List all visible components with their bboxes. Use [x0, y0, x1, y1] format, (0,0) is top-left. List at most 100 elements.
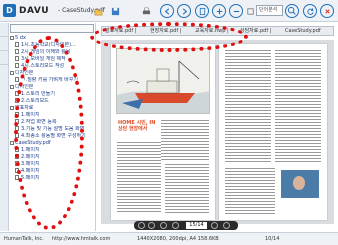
- tree-item[interactable]: 발표자료: [10, 105, 95, 112]
- text-line: [225, 95, 271, 96]
- text-line: [161, 159, 209, 160]
- zoom-out-button[interactable]: [229, 4, 243, 18]
- text-line: [117, 184, 161, 185]
- text-line: [225, 62, 271, 63]
- text-line: [165, 209, 209, 210]
- tree-item[interactable]: 디자인본: [10, 84, 95, 91]
- print-button[interactable]: [139, 4, 153, 18]
- document-area: 발표자료.pdf | 현장자료.pdf | 교육자료.hwp | 상담자료.pdf |…: [97, 23, 338, 231]
- text-line: [225, 107, 271, 108]
- text-line: [225, 161, 271, 162]
- text-line: [165, 179, 209, 180]
- text-line: [225, 152, 271, 153]
- prev-view-button[interactable]: [160, 4, 174, 18]
- tree-item[interactable]: 1.페이지: [10, 112, 95, 119]
- file-icon: [15, 126, 19, 131]
- document-tab[interactable]: 교육자료.hwp |: [195, 28, 229, 35]
- text-line: [225, 168, 275, 169]
- text-line: [275, 125, 321, 126]
- fit-button[interactable]: [243, 4, 257, 18]
- refresh-button[interactable]: [303, 4, 317, 18]
- tree-item[interactable]: 1시.초등학교(디자인본)...: [10, 42, 95, 49]
- tree-item[interactable]: 2시.게임의 이해와 활용: [10, 49, 95, 56]
- sidebar-tab-bookmarks[interactable]: [0, 25, 8, 37]
- text-line: [275, 155, 321, 156]
- expand-icon[interactable]: [10, 35, 14, 40]
- tree-item[interactable]: 4시.스토리보드 작성: [10, 63, 95, 70]
- document-tab[interactable]: CaseStudy.pdf: [285, 28, 321, 35]
- document-tab[interactable]: 발표자료.pdf |: [105, 28, 136, 35]
- text-line: [117, 163, 161, 164]
- first-page-button[interactable]: [160, 222, 167, 229]
- expand-icon[interactable]: [10, 105, 14, 110]
- search-button[interactable]: [285, 4, 299, 18]
- tree-item-label: 2.작업 화면 등록: [21, 119, 57, 125]
- next-page-button[interactable]: [211, 222, 218, 229]
- text-line: [117, 199, 161, 200]
- file-icon: [15, 91, 19, 96]
- document-tab[interactable]: 상담자료.pdf |: [240, 28, 271, 35]
- file-icon: [15, 98, 19, 103]
- last-page-button[interactable]: [223, 222, 230, 229]
- text-line: [275, 140, 321, 141]
- text-line: [225, 137, 271, 138]
- sidebar-tab-search[interactable]: [0, 53, 8, 65]
- text-line: [161, 135, 209, 136]
- status-bar: HumanTalk, Inc. http://www.hmtalk.com 14…: [0, 232, 338, 245]
- text-line: [225, 125, 271, 126]
- sidebar-header: [10, 24, 94, 33]
- save-button[interactable]: [108, 4, 122, 18]
- text-line: [225, 83, 271, 84]
- tree-item[interactable]: 3.페이지: [10, 161, 95, 168]
- tree-item[interactable]: 디자인본: [10, 70, 95, 77]
- text-line: [225, 143, 271, 144]
- zoom-in-nav-button[interactable]: [148, 222, 155, 229]
- tree-item[interactable]: 4.페이지: [10, 168, 95, 175]
- tree-item[interactable]: 4.최종소 활동별 화면 구성하기: [10, 133, 95, 140]
- expand-icon[interactable]: [10, 70, 14, 75]
- title-bar: D DAVU - CaseStudy.pdf 단어분석: [0, 0, 338, 22]
- close-icon: [324, 8, 330, 14]
- tree-item[interactable]: 2.스토리보드: [10, 98, 95, 105]
- tree-item[interactable]: CaseStudy.pdf: [10, 140, 95, 147]
- tree-item[interactable]: 3시.모바일 게임 제작: [10, 56, 95, 63]
- close-button[interactable]: [320, 4, 334, 18]
- search-input[interactable]: 단어분석: [256, 5, 283, 16]
- text-line: [275, 113, 321, 114]
- text-line: [225, 183, 275, 184]
- text-line: [225, 189, 275, 190]
- document-tab-bar: 발표자료.pdf | 현장자료.pdf | 교육자료.hwp | 상담자료.pdf |…: [101, 26, 334, 36]
- open-button[interactable]: [91, 4, 105, 18]
- page-viewport[interactable]: HOME 시민, IN 상담 현장에서: [101, 40, 334, 224]
- zoom-in-button[interactable]: [212, 4, 226, 18]
- tree-item[interactable]: 5.페이지: [10, 175, 95, 182]
- tree-item[interactable]: 5 dx: [10, 35, 95, 42]
- prev-page-button[interactable]: [172, 222, 179, 229]
- expand-icon[interactable]: [10, 140, 14, 145]
- text-line: [225, 74, 271, 75]
- expand-icon[interactable]: [10, 84, 14, 89]
- next-view-button[interactable]: [177, 4, 191, 18]
- text-line: [165, 197, 209, 198]
- page-indicator[interactable]: 15/14: [186, 222, 207, 229]
- tree-item[interactable]: 1.스토리 만들기: [10, 91, 95, 98]
- text-line: [161, 126, 209, 127]
- zoom-out-icon: [233, 10, 239, 12]
- page-view-button[interactable]: [195, 4, 209, 18]
- tree-item[interactable]: 2.작업 화면 등록: [10, 119, 95, 126]
- text-line: [225, 180, 275, 181]
- tree-item[interactable]: 2.페이지: [10, 154, 95, 161]
- document-tab[interactable]: 현장자료.pdf |: [150, 28, 181, 35]
- tree-item[interactable]: 3.기능 및 기능 설명 도움 화면: [10, 126, 95, 133]
- tree-item[interactable]: 1.페이지: [10, 147, 95, 154]
- text-line: [117, 211, 161, 212]
- text-line: [225, 71, 271, 72]
- text-line: [275, 62, 321, 63]
- text-line: [165, 200, 209, 201]
- sidebar-tab-thumbnails[interactable]: [0, 39, 8, 51]
- status-url[interactable]: http://www.hmtalk.com: [52, 233, 110, 245]
- tree-item[interactable]: ㄱ.질량 키를 가벼게 바꾸기: [10, 77, 95, 84]
- text-line: [165, 167, 209, 168]
- text-line: [225, 86, 271, 87]
- zoom-out-nav-button[interactable]: [138, 222, 145, 229]
